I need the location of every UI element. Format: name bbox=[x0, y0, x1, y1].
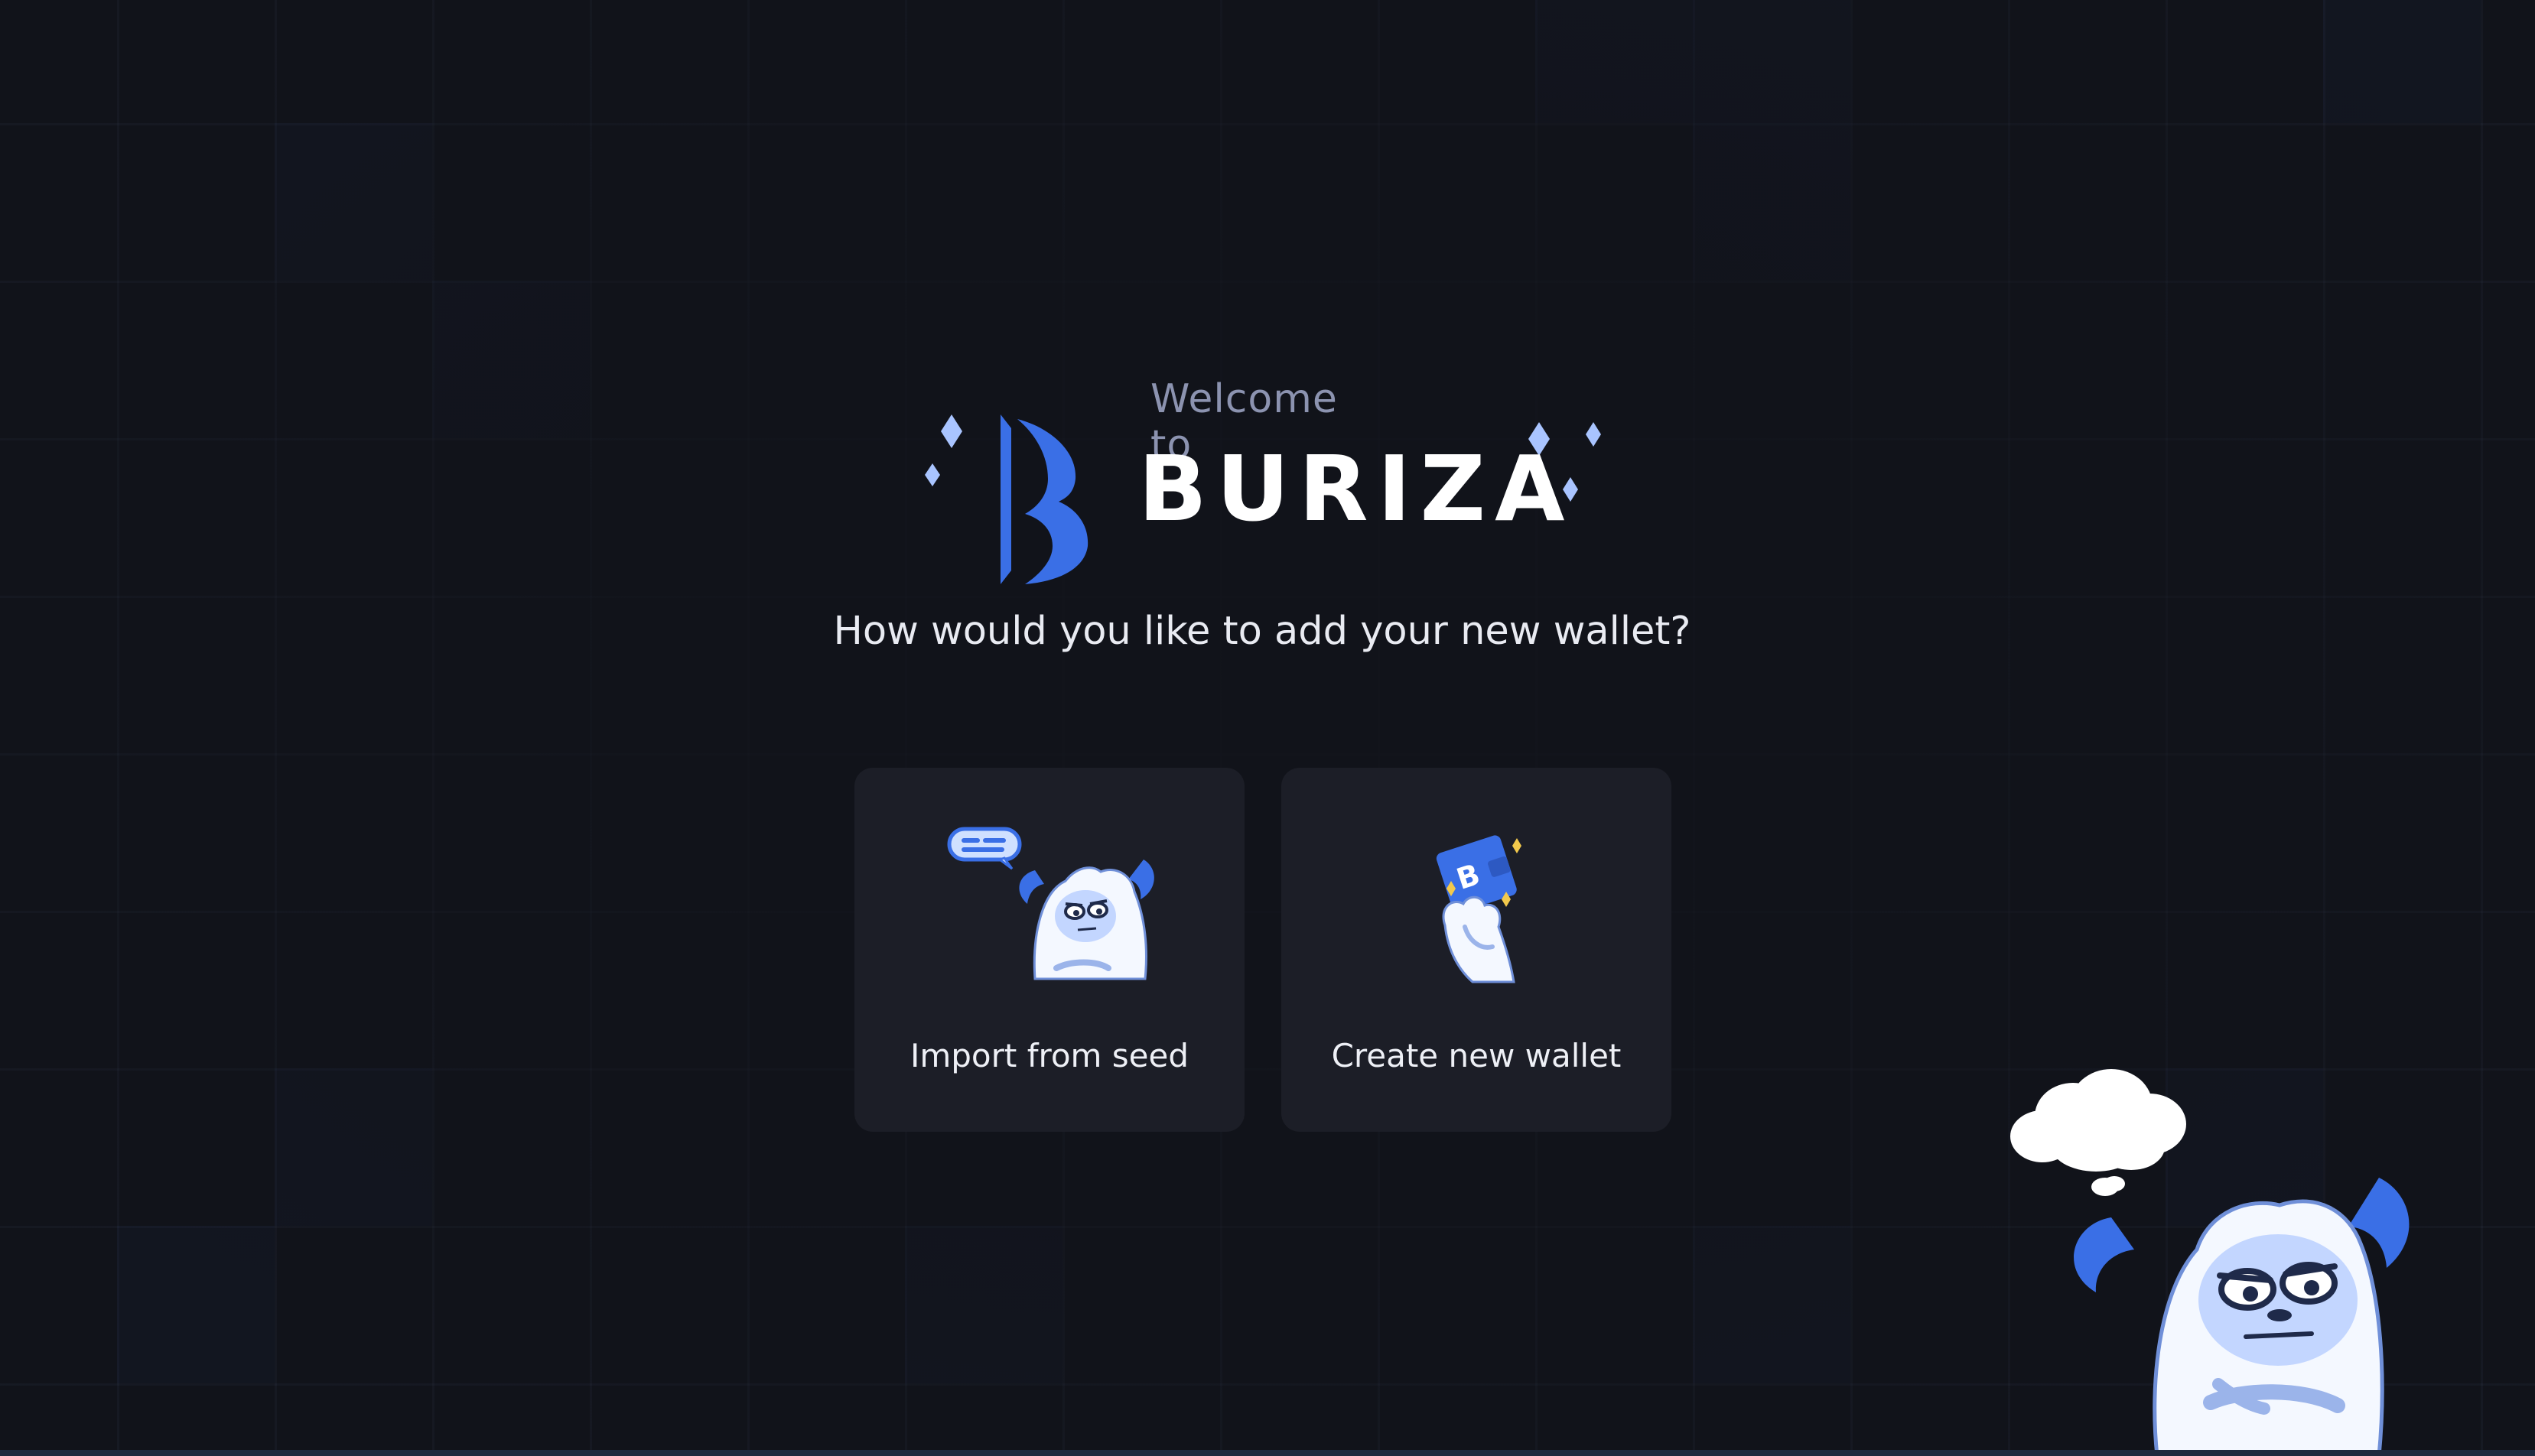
import-from-seed-card[interactable]: Import from seed bbox=[854, 768, 1245, 1132]
bg-tile bbox=[2323, 0, 2481, 123]
hand-holding-wallet-icon: B bbox=[1436, 835, 1521, 983]
bg-tile bbox=[432, 281, 590, 438]
bg-tile bbox=[1693, 1226, 1850, 1383]
import-from-seed-label: Import from seed bbox=[910, 1037, 1189, 1074]
bg-tile bbox=[1535, 0, 1693, 123]
welcome-screen: Welcome to BURIZA How would you like to … bbox=[0, 0, 2535, 1456]
bg-tile bbox=[1693, 0, 1850, 123]
sparkle-icon bbox=[1586, 422, 1601, 447]
buriza-logo-icon bbox=[1001, 414, 1089, 584]
bg-tile bbox=[117, 1226, 275, 1383]
yeti-thinking-mascot-icon bbox=[2010, 1069, 2410, 1456]
bg-tile bbox=[275, 123, 432, 281]
bg-tile bbox=[1693, 123, 1850, 281]
sparkle-icon bbox=[941, 414, 962, 448]
create-new-wallet-card[interactable]: B Create new wallet bbox=[1281, 768, 1671, 1132]
bg-tile bbox=[275, 1068, 432, 1226]
create-new-wallet-label: Create new wallet bbox=[1331, 1037, 1622, 1074]
page-question: How would you like to add your new walle… bbox=[833, 609, 1691, 654]
yeti-speech-bubble-icon bbox=[947, 827, 1154, 980]
sparkle-icon bbox=[925, 463, 940, 486]
bg-tile bbox=[905, 1226, 1062, 1383]
bottom-border bbox=[0, 1450, 2535, 1456]
brand-wordmark: BURIZA bbox=[1138, 436, 1574, 541]
